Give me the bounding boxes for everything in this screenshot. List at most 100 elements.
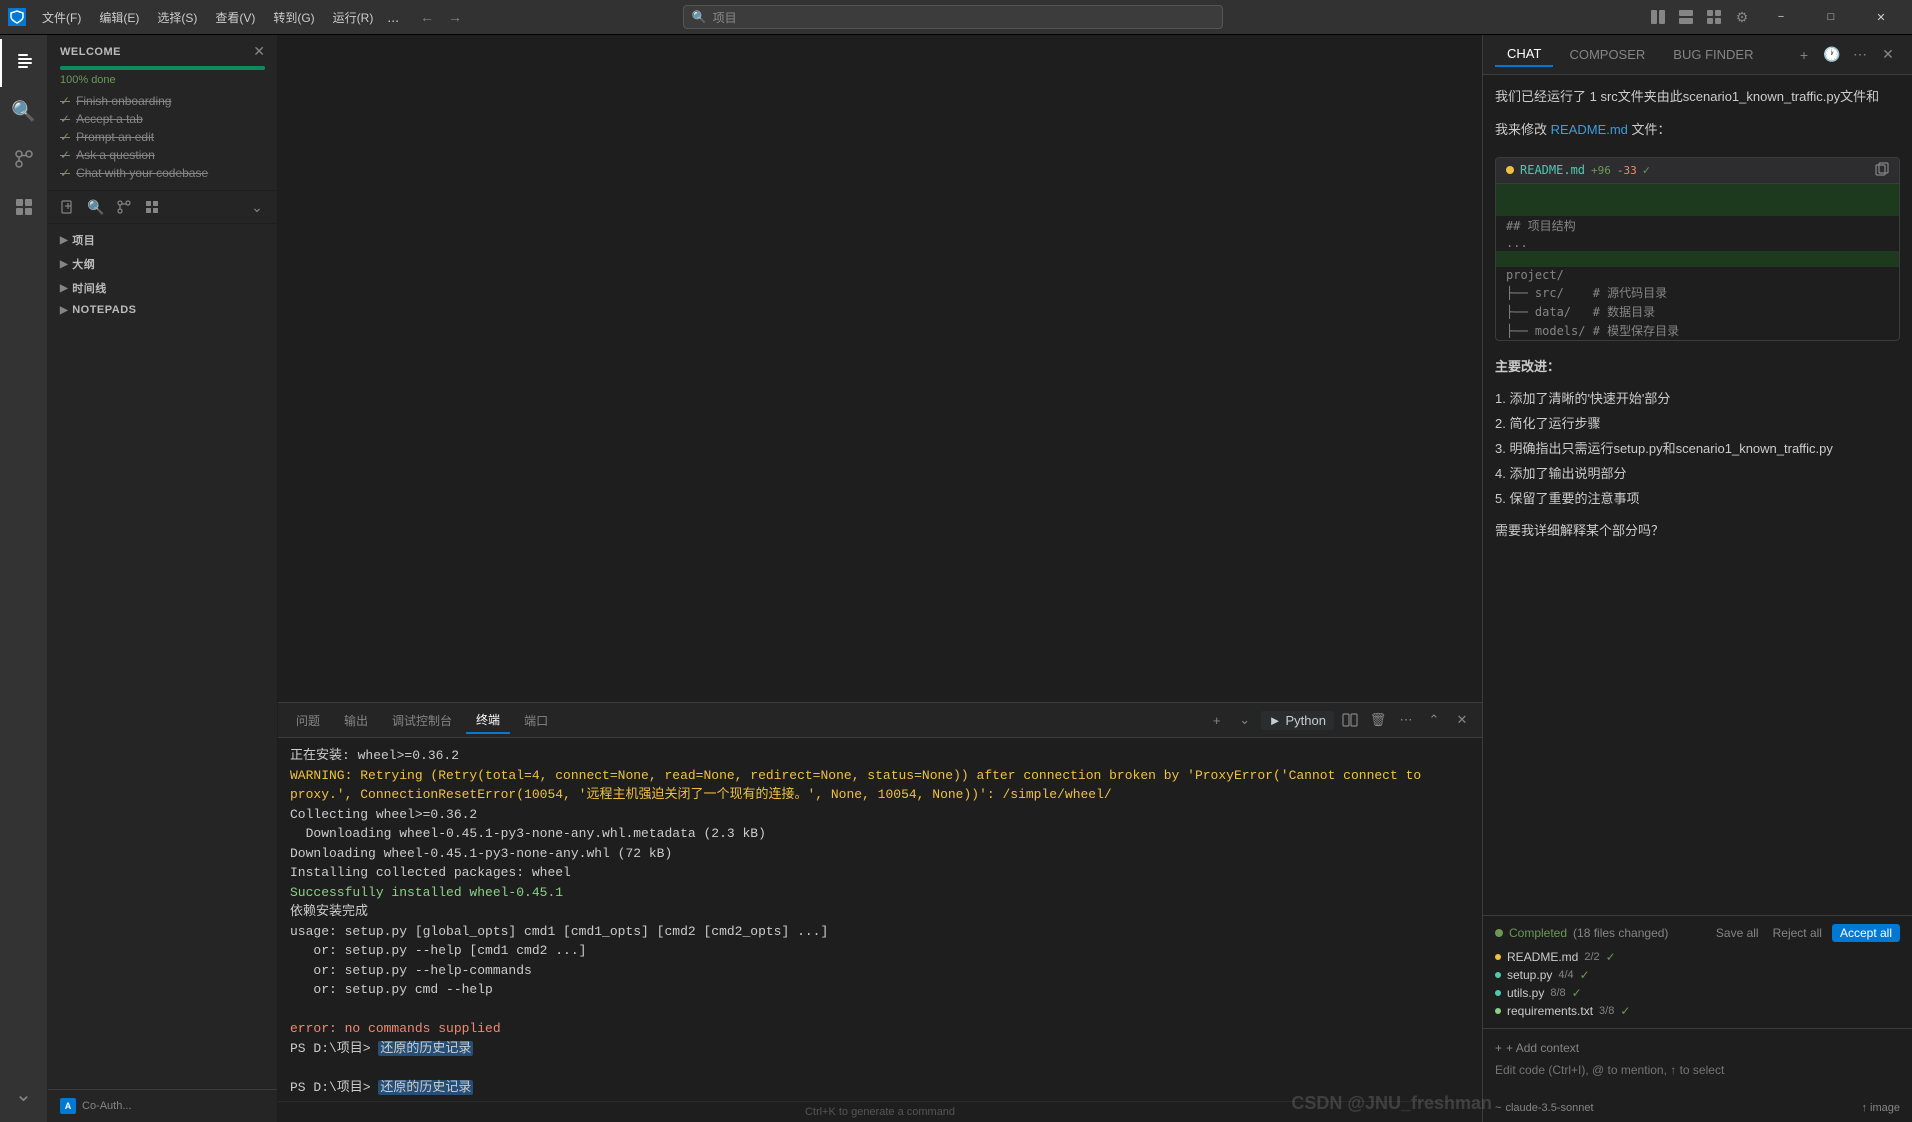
- terminal-line: or: setup.py cmd --help: [290, 980, 1470, 1000]
- sidebar: WELCOME ✕ 100% done ✓ Finish onboarding …: [48, 35, 278, 1122]
- activity-bar: 🔍 ⌄: [0, 35, 48, 1122]
- file-check: ✓: [1606, 950, 1616, 964]
- check-icon: ✓: [60, 94, 70, 108]
- ai-label: Co-Auth...: [82, 1100, 132, 1112]
- terminal-expand-btn[interactable]: ⌃: [1422, 708, 1446, 732]
- sidebar-section-outline[interactable]: ▶ 大纲: [48, 252, 277, 276]
- chat-input-field[interactable]: [1495, 1059, 1900, 1095]
- list-item-4: 4. 添加了输出说明部分: [1495, 464, 1900, 485]
- menu-edit[interactable]: 编辑(E): [91, 5, 147, 30]
- chat-panel: CHAT COMPOSER BUG FINDER + 🕐 ⋯ ✕ 我们已经运行了…: [1482, 35, 1912, 1122]
- accept-all-btn[interactable]: Accept all: [1832, 924, 1900, 942]
- close-button[interactable]: ✕: [1858, 0, 1904, 35]
- maximize-button[interactable]: □: [1808, 0, 1854, 35]
- settings-icon[interactable]: ⚙: [1730, 5, 1754, 29]
- improvements-title: 主要改进：: [1495, 359, 1560, 374]
- menu-select[interactable]: 选择(S): [149, 5, 205, 30]
- terminal-trash-btn[interactable]: 🗑: [1366, 708, 1390, 732]
- welcome-title: WELCOME: [60, 46, 121, 58]
- menu-more[interactable]: ...: [383, 5, 403, 30]
- chat-text-suffix: 文件：: [1632, 122, 1671, 137]
- sidebar-source-ctrl[interactable]: [112, 195, 136, 219]
- menu-file[interactable]: 文件(F): [34, 5, 89, 30]
- progress-bar: [60, 66, 265, 70]
- sidebar-section-project[interactable]: ▶ 项目: [48, 228, 277, 252]
- tab-output[interactable]: 输出: [334, 708, 378, 733]
- sidebar-new-file[interactable]: [56, 195, 80, 219]
- sidebar-chevron-down[interactable]: ⌄: [245, 195, 269, 219]
- search-icon: 🔍: [692, 10, 707, 24]
- save-all-btn[interactable]: Save all: [1712, 924, 1763, 942]
- menu-goto[interactable]: 转到(G): [265, 5, 322, 30]
- sidebar-search[interactable]: 🔍: [84, 195, 108, 219]
- chat-text-prefix: 我来修改: [1495, 122, 1551, 137]
- chat-new-btn[interactable]: +: [1792, 43, 1816, 67]
- diff-checkmark: ✓: [1643, 163, 1650, 177]
- chevron-right-icon: ▶: [60, 235, 68, 246]
- sidebar-grid[interactable]: [140, 195, 164, 219]
- search-bar[interactable]: 🔍 项目: [683, 5, 1223, 29]
- layout2-icon[interactable]: [1674, 5, 1698, 29]
- menu-run[interactable]: 运行(R): [325, 5, 382, 30]
- tab-terminal[interactable]: 终端: [466, 707, 510, 734]
- add-context-btn[interactable]: + + Add context: [1495, 1037, 1900, 1059]
- sidebar-section-notepads[interactable]: ▶ NOTEPADS: [48, 300, 277, 320]
- minimize-button[interactable]: −: [1758, 0, 1804, 35]
- chat-question: 需要我详细解释某个部分吗？: [1495, 523, 1664, 538]
- diff-line: [1496, 184, 1899, 200]
- menu-view[interactable]: 查看(V): [207, 5, 263, 30]
- activity-search[interactable]: 🔍: [0, 87, 48, 135]
- terminal-highlight-cmd[interactable]: 还原的历史记录: [378, 1041, 473, 1056]
- terminal-hint: Ctrl+K to generate a command: [278, 1101, 1482, 1122]
- chat-header-actions: + 🕐 ⋯ ✕: [1792, 43, 1900, 67]
- progress-label: 100% done: [60, 74, 265, 86]
- chat-more-btn[interactable]: ⋯: [1848, 43, 1872, 67]
- terminal-shell-label[interactable]: ► Python: [1261, 711, 1334, 730]
- tab-composer[interactable]: COMPOSER: [1557, 43, 1657, 66]
- layout3-icon[interactable]: [1702, 5, 1726, 29]
- welcome-close-btn[interactable]: ✕: [253, 43, 265, 60]
- tab-chat[interactable]: CHAT: [1495, 42, 1553, 67]
- tab-bug-finder[interactable]: BUG FINDER: [1661, 43, 1765, 66]
- reject-all-btn[interactable]: Reject all: [1769, 924, 1826, 942]
- nav-back[interactable]: ←: [415, 5, 439, 29]
- file-type-dot: [1495, 972, 1501, 978]
- diff-stat-add: +96: [1591, 164, 1611, 177]
- search-label: 项目: [713, 9, 737, 26]
- layout-icon[interactable]: [1646, 5, 1670, 29]
- terminal-split-btn[interactable]: [1338, 708, 1362, 732]
- chat-close-btn[interactable]: ✕: [1876, 43, 1900, 67]
- tab-ports[interactable]: 端口: [514, 708, 558, 733]
- chat-history-btn[interactable]: 🕐: [1820, 43, 1844, 67]
- chat-message-4: 主要改进：: [1495, 357, 1900, 378]
- terminal-add-btn[interactable]: +: [1205, 708, 1229, 732]
- welcome-item-3: ✓ Ask a question: [60, 146, 265, 164]
- terminal-line: Collecting wheel>=0.36.2: [290, 805, 1470, 825]
- terminal-close-btn[interactable]: ✕: [1450, 708, 1474, 732]
- diff-copy-btn[interactable]: [1875, 162, 1889, 179]
- tab-debug-console[interactable]: 调试控制台: [382, 708, 462, 733]
- tab-problems[interactable]: 问题: [286, 708, 330, 733]
- file-name: utils.py: [1507, 986, 1544, 1000]
- diff-line: ## 项目结构: [1496, 216, 1899, 235]
- terminal-chevron-btn[interactable]: ⌄: [1233, 708, 1257, 732]
- nav-forward[interactable]: →: [443, 5, 467, 29]
- terminal-line: [290, 1000, 1470, 1020]
- activity-extensions[interactable]: [0, 183, 48, 231]
- diff-line: ├── models/ # 模型保存目录: [1496, 321, 1899, 340]
- completed-header: Completed (18 files changed) Save all Re…: [1495, 924, 1900, 942]
- model-select[interactable]: ~ claude-3.5-sonnet: [1495, 1102, 1594, 1114]
- welcome-item-0: ✓ Finish onboarding: [60, 92, 265, 110]
- image-upload-btn[interactable]: ↑ image: [1861, 1102, 1900, 1114]
- file-stat: 8/8: [1550, 987, 1565, 999]
- terminal-more-btn[interactable]: ⋯: [1394, 708, 1418, 732]
- activity-source-control[interactable]: [0, 135, 48, 183]
- terminal-highlight-cmd2[interactable]: 还原的历史记录: [378, 1080, 473, 1095]
- completed-section: Completed (18 files changed) Save all Re…: [1483, 915, 1912, 1028]
- file-entry-utils: utils.py 8/8 ✓: [1495, 984, 1900, 1002]
- activity-more[interactable]: ⌄: [0, 1070, 48, 1118]
- activity-explorer[interactable]: [0, 39, 48, 87]
- file-stat: 2/2: [1584, 951, 1599, 963]
- terminal-content[interactable]: 正在安装: wheel>=0.36.2 WARNING: Retrying (R…: [278, 738, 1482, 1101]
- sidebar-section-timeline[interactable]: ▶ 时间线: [48, 276, 277, 300]
